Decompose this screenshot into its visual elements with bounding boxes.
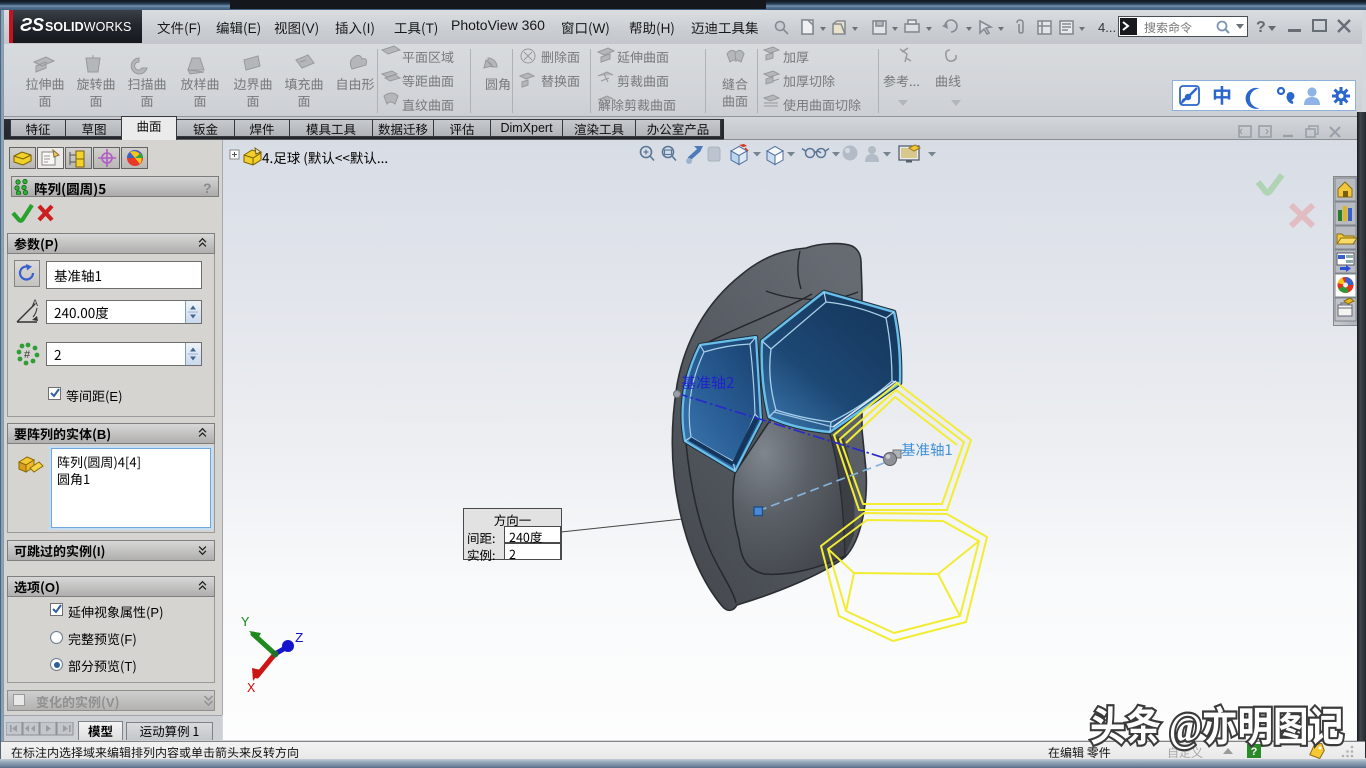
svg-text:替换面: 替换面 [541, 71, 580, 90]
svg-text:头条 @亦明图记: 头条 @亦明图记 [1090, 695, 1344, 753]
svg-text:Y: Y [241, 615, 250, 631]
svg-text:等距曲面: 等距曲面 [402, 71, 454, 90]
svg-text:中: 中 [1212, 80, 1232, 109]
svg-text:解除剪裁曲面: 解除剪裁曲面 [598, 95, 676, 114]
svg-text:平面区域: 平面区域 [402, 47, 454, 66]
svg-text:#: # [24, 349, 31, 361]
svg-text:加厚: 加厚 [783, 47, 809, 66]
svg-text:剪裁曲面: 剪裁曲面 [617, 71, 669, 90]
svg-text:延伸曲面: 延伸曲面 [617, 47, 669, 66]
svg-text:使用曲面切除: 使用曲面切除 [783, 95, 861, 114]
svg-text:X: X [247, 681, 256, 697]
svg-text:加厚切除: 加厚切除 [783, 71, 835, 90]
svg-text:基准轴2: 基准轴2 [681, 372, 734, 393]
svg-text:?: ? [1256, 19, 1266, 36]
svg-text:Z: Z [295, 631, 303, 647]
svg-text:参考...: 参考... [883, 71, 920, 90]
svg-text:4...: 4... [1098, 20, 1116, 35]
svg-text:直纹曲面: 直纹曲面 [402, 95, 454, 114]
svg-text:A: A [32, 298, 38, 308]
svg-text:删除面: 删除面 [541, 47, 580, 66]
svg-text:曲线: 曲线 [935, 71, 961, 90]
svg-text:基准轴1: 基准轴1 [901, 439, 953, 460]
